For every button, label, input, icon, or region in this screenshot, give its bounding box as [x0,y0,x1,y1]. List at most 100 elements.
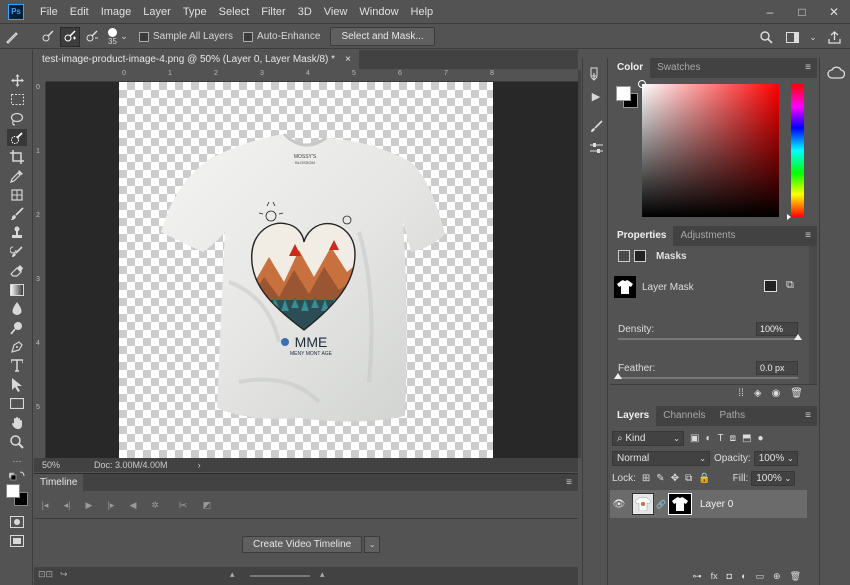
share-icon[interactable] [824,27,844,47]
play-icon[interactable]: ▶ [82,499,96,511]
new-group-folder-icon[interactable]: ▭ [756,571,765,582]
timeline-mode-chevron-down-icon[interactable]: ⌄ [364,536,381,553]
close-document-icon[interactable]: × [345,50,351,69]
sample-all-layers-checkbox[interactable]: Sample All Layers [139,31,233,42]
properties-scrollbar[interactable] [809,246,817,384]
subtract-from-selection-icon[interactable] [82,27,102,47]
search-icon[interactable] [756,27,776,47]
delete-mask-trash-icon[interactable]: 🗑 [790,388,803,399]
add-vector-mask-icon[interactable]: ⧉ [786,279,794,292]
add-mask-icon[interactable]: ◘ [727,571,732,581]
apply-mask-icon[interactable]: ◈ [754,388,762,399]
foreground-color-swatch[interactable] [6,484,20,498]
settings-gear-icon[interactable]: ✲ [148,499,162,511]
density-input[interactable]: 100% [756,322,798,336]
vector-mask-icon[interactable] [634,250,646,262]
move-tool-icon[interactable] [7,72,27,89]
brush-size-chevron-down-icon[interactable]: ⌄ [119,27,129,47]
menu-view[interactable]: View [318,0,354,24]
load-selection-icon[interactable]: ⁞⁞ [738,388,744,399]
zoom-in-icon[interactable]: ▴ [320,569,325,580]
foreground-color-swatch[interactable] [616,86,631,101]
brush-tool-icon[interactable] [7,205,27,222]
select-pixel-mask-icon[interactable] [764,280,777,292]
menu-layer[interactable]: Layer [137,0,177,24]
convert-frame-icon[interactable]: ↪ [60,569,68,580]
previous-frame-icon[interactable]: ◂| [60,499,74,511]
hand-tool-icon[interactable] [7,414,27,431]
split-scissors-icon[interactable]: ✂ [176,499,190,512]
disable-mask-eye-icon[interactable]: ◉ [772,388,781,399]
next-frame-icon[interactable]: |▸ [104,499,118,511]
menu-edit[interactable]: Edit [64,0,95,24]
rectangle-tool-icon[interactable] [7,395,27,412]
menu-type[interactable]: Type [177,0,213,24]
timeline-tab[interactable]: Timeline [34,474,84,492]
auto-enhance-box[interactable] [243,31,254,42]
pixel-mask-icon[interactable] [618,250,630,262]
crop-tool-icon[interactable] [7,148,27,165]
auto-enhance-checkbox[interactable]: Auto-Enhance [243,31,320,42]
eraser-tool-icon[interactable] [7,262,27,279]
menu-file[interactable]: File [34,0,64,24]
go-to-first-frame-icon[interactable]: |◂ [38,499,52,511]
menu-filter[interactable]: Filter [255,0,291,24]
timeline-menu-icon[interactable]: ≡ [566,477,572,488]
new-adjustment-icon[interactable]: ◐ [741,571,746,581]
filter-pixel-icon[interactable]: ▣ [690,433,699,444]
filter-shape-icon[interactable]: ⧈ [730,433,736,444]
timeline-zoom-slider[interactable] [250,575,310,577]
lock-artboard-icon[interactable]: ⧉ [685,473,692,484]
menu-select[interactable]: Select [213,0,256,24]
layer-row[interactable]: 👁 🔗 Layer 0 [610,490,807,518]
fill-input[interactable]: 100% ⌄ [751,471,796,486]
path-selection-tool-icon[interactable] [7,376,27,393]
menu-image[interactable]: Image [95,0,138,24]
filter-type-icon[interactable]: T [718,433,724,444]
menu-3d[interactable]: 3D [292,0,318,24]
feather-input[interactable]: 0.0 px [756,361,798,375]
zoom-level[interactable]: 50% [42,460,60,470]
sample-all-layers-box[interactable] [139,31,149,42]
workspace-chevron-down-icon[interactable]: ⌄ [808,27,818,47]
mask-link-chain-icon[interactable]: 🔗 [656,500,666,509]
lock-all-icon[interactable]: 🔒 [698,473,710,484]
history-icon[interactable] [588,66,604,82]
swap-colors-icon[interactable] [7,470,27,482]
tab-channels[interactable]: Channels [656,406,712,426]
close-window-button[interactable]: ✕ [818,0,850,24]
type-tool-icon[interactable] [7,357,27,374]
canvas-vertical-scrollbar[interactable] [578,70,581,458]
screen-mode-icon[interactable] [7,532,27,549]
new-selection-icon[interactable] [38,27,58,47]
tool-preset-icon[interactable] [2,27,22,47]
creative-cloud-libraries-icon[interactable] [827,66,846,80]
tab-properties[interactable]: Properties [610,226,674,246]
zoom-out-icon[interactable]: ▴ [230,569,235,580]
select-and-mask-button[interactable]: Select and Mask... [330,27,435,46]
lock-image-pixels-icon[interactable]: ✎ [656,473,664,484]
dodge-tool-icon[interactable] [7,319,27,336]
menu-window[interactable]: Window [353,0,404,24]
quick-selection-tool-icon[interactable] [7,129,27,146]
properties-panel-menu-icon[interactable]: ≡ [805,230,811,241]
feather-slider-handle[interactable] [614,373,622,379]
frame-tool-icon[interactable] [7,186,27,203]
hue-slider-handle[interactable] [787,214,791,220]
pen-tool-icon[interactable] [7,338,27,355]
add-to-selection-icon[interactable] [60,26,80,47]
layer-visibility-eye-icon[interactable]: 👁 [610,499,628,510]
layer-mask-thumbnail-shirt-icon[interactable] [667,493,692,515]
blur-tool-icon[interactable] [7,300,27,317]
color-spectrum-field[interactable] [638,80,779,217]
tab-paths[interactable]: Paths [713,406,753,426]
maximize-button[interactable]: □ [786,0,818,24]
tab-swatches[interactable]: Swatches [650,58,707,78]
workspace-icon[interactable] [782,27,802,47]
menu-help[interactable]: Help [405,0,440,24]
zoom-tool-icon[interactable] [7,433,27,450]
link-layers-icon[interactable]: ⊶ [693,571,702,582]
layer-style-fx-icon[interactable]: fx [711,571,718,581]
more-tools-icon[interactable]: ··· [7,452,27,469]
brush-settings-icon[interactable] [588,118,604,134]
